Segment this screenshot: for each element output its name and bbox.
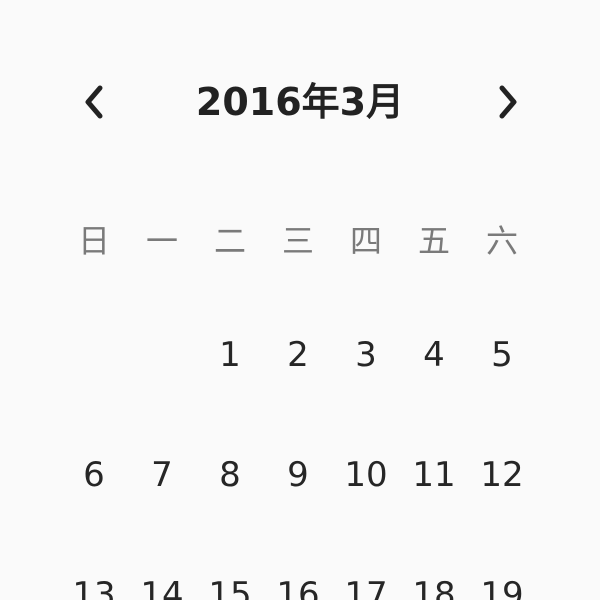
day-cell-empty <box>60 327 128 383</box>
day-cell[interactable]: 14 <box>128 567 196 600</box>
day-cell[interactable]: 7 <box>128 447 196 503</box>
week-row-3: 13 14 15 16 17 18 19 <box>60 567 536 600</box>
week-row-1: 1 2 3 4 5 <box>60 327 536 383</box>
day-cell[interactable]: 1 <box>196 327 264 383</box>
day-cell[interactable]: 4 <box>400 327 468 383</box>
chevron-left-icon <box>85 85 103 119</box>
day-cell[interactable]: 13 <box>60 567 128 600</box>
day-cell[interactable]: 9 <box>264 447 332 503</box>
day-cell[interactable]: 3 <box>332 327 400 383</box>
day-cell-empty <box>128 327 196 383</box>
day-cell[interactable]: 18 <box>400 567 468 600</box>
day-cell[interactable]: 12 <box>468 447 536 503</box>
month-title: 2016年3月 <box>195 80 405 124</box>
day-cell[interactable]: 8 <box>196 447 264 503</box>
next-month-button[interactable] <box>484 78 532 126</box>
weekday-wed: 三 <box>281 222 314 260</box>
day-cell[interactable]: 15 <box>196 567 264 600</box>
day-cell[interactable]: 2 <box>264 327 332 383</box>
week-row-2: 6 7 8 9 10 11 12 <box>60 447 536 503</box>
day-cell[interactable]: 6 <box>60 447 128 503</box>
calendar: 2016年3月 日 一 二 三 四 五 六 1 2 3 4 5 6 7 8 9 … <box>0 0 600 600</box>
day-cell[interactable]: 16 <box>264 567 332 600</box>
weekday-header-row: 日 一 二 三 四 五 六 <box>60 215 536 267</box>
weekday-thu: 四 <box>349 222 382 260</box>
day-cell[interactable]: 11 <box>400 447 468 503</box>
weekday-sun: 日 <box>77 222 110 260</box>
weekday-mon: 一 <box>145 222 178 260</box>
day-cell[interactable]: 17 <box>332 567 400 600</box>
chevron-right-icon <box>499 85 517 119</box>
weekday-tue: 二 <box>213 222 246 260</box>
prev-month-button[interactable] <box>70 78 118 126</box>
weekday-sat: 六 <box>485 222 518 260</box>
day-cell[interactable]: 19 <box>468 567 536 600</box>
day-cell[interactable]: 5 <box>468 327 536 383</box>
day-cell[interactable]: 10 <box>332 447 400 503</box>
weekday-fri: 五 <box>417 222 450 260</box>
